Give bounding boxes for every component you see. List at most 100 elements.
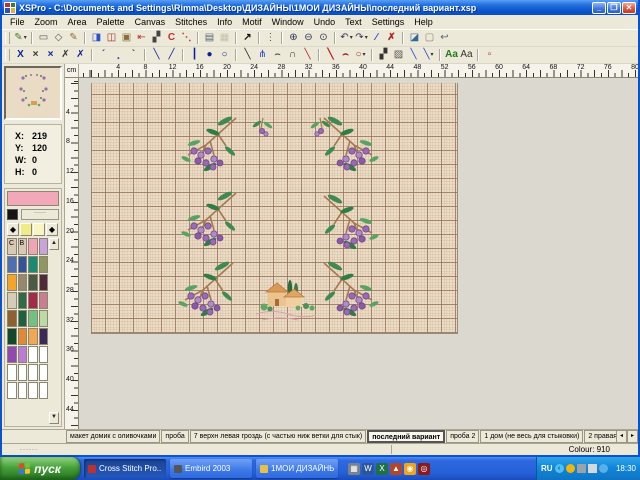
half-stitch-back-button[interactable]: × bbox=[28, 48, 43, 62]
palette-swatch[interactable] bbox=[39, 346, 49, 363]
palette-swatch[interactable] bbox=[28, 382, 38, 399]
palette-swatch[interactable] bbox=[39, 238, 49, 255]
palette-swatch[interactable]: C bbox=[7, 238, 17, 255]
toolbar-grip[interactable] bbox=[5, 49, 10, 61]
copy-button[interactable]: ◫ bbox=[104, 31, 119, 45]
pattern-preview[interactable] bbox=[4, 66, 62, 120]
edit-pen-button[interactable]: ∕ bbox=[369, 31, 384, 45]
palette-swatch[interactable] bbox=[18, 256, 28, 273]
dropdown-arrow-icon[interactable]: ▾ bbox=[350, 33, 353, 43]
minimize-button[interactable]: _ bbox=[592, 2, 606, 14]
tray-icon-1[interactable] bbox=[566, 464, 575, 473]
language-indicator[interactable]: RU bbox=[541, 464, 553, 473]
full-stitch-button[interactable]: X bbox=[13, 48, 28, 62]
palette-swatch[interactable] bbox=[39, 274, 49, 291]
rect-select-button[interactable]: ▭ bbox=[36, 31, 51, 45]
knot-diamond-icon[interactable]: ◆ bbox=[46, 223, 58, 236]
palette-swatch[interactable] bbox=[39, 256, 49, 273]
mirror-button[interactable]: ▞ bbox=[149, 31, 164, 45]
palette-swatch[interactable] bbox=[28, 292, 38, 309]
palette-swatch[interactable] bbox=[7, 328, 17, 345]
taskbar-app-icon-2[interactable]: W bbox=[362, 463, 374, 475]
titlebar[interactable]: XSPro - C:\Documents and Settings\Rimma\… bbox=[2, 0, 638, 15]
tray-icon-3[interactable] bbox=[588, 464, 597, 473]
half-back-slash-button[interactable]: ╲ bbox=[149, 48, 164, 62]
delete-button[interactable]: ✗ bbox=[384, 31, 399, 45]
menu-motif[interactable]: Motif bbox=[237, 17, 267, 27]
revert-button[interactable]: ↩ bbox=[437, 31, 452, 45]
menu-zoom[interactable]: Zoom bbox=[30, 17, 63, 27]
thread-style-button[interactable]: ······ bbox=[21, 209, 59, 220]
palette-swatch[interactable] bbox=[7, 382, 17, 399]
taskbar-app-icon-3[interactable]: X bbox=[376, 463, 388, 475]
palette-swatch[interactable] bbox=[28, 274, 38, 291]
text-tool-button[interactable]: Aa bbox=[444, 48, 459, 62]
palette-swatch[interactable] bbox=[28, 256, 38, 273]
pattern-tab[interactable]: 7 верхн левая гроздь (с частью ниж ветки… bbox=[190, 430, 366, 443]
knot-color-swatch[interactable] bbox=[20, 223, 32, 236]
palette-swatch[interactable] bbox=[28, 364, 38, 381]
palette-swatch[interactable] bbox=[7, 256, 17, 273]
quarter-stitch-bl-button[interactable]: ` bbox=[126, 48, 141, 62]
import-image-button[interactable]: ▦ bbox=[217, 31, 232, 45]
palette-swatch[interactable] bbox=[7, 364, 17, 381]
menu-text[interactable]: Text bbox=[340, 17, 367, 27]
measure-button[interactable]: ⋮ bbox=[263, 31, 278, 45]
pattern-tab[interactable]: проба bbox=[161, 430, 188, 443]
dropdown-arrow-icon[interactable]: ▾ bbox=[365, 33, 368, 43]
palette-swatch[interactable] bbox=[7, 274, 17, 291]
backstitch-branch-button[interactable]: ⋔ bbox=[255, 48, 270, 62]
menu-window[interactable]: Window bbox=[267, 17, 309, 27]
dropdown-arrow-icon[interactable]: ▾ bbox=[431, 50, 434, 60]
palette-swatch[interactable] bbox=[18, 292, 28, 309]
pointer-button[interactable]: ↗ bbox=[240, 31, 255, 45]
current-color-swatch[interactable] bbox=[7, 191, 59, 206]
undo-button[interactable]: ↶▾ bbox=[339, 31, 354, 45]
dropdown-arrow-icon[interactable]: ▾ bbox=[363, 50, 366, 60]
curve-stitch-2-button[interactable]: ∩ bbox=[285, 48, 300, 62]
paste-button[interactable]: ▣ bbox=[119, 31, 134, 45]
curve-stitch-button[interactable]: ⌢ bbox=[270, 48, 285, 62]
rotate-button[interactable]: C bbox=[164, 31, 179, 45]
pattern-select-button[interactable]: ▫ bbox=[482, 48, 497, 62]
selected-thread-swatch[interactable] bbox=[7, 209, 18, 220]
scale-button[interactable]: ⋱ bbox=[179, 31, 194, 45]
outline-stitch-button[interactable]: ╲ bbox=[323, 48, 338, 62]
zoom-out-button[interactable]: ⊖ bbox=[301, 31, 316, 45]
palette-swatch[interactable] bbox=[39, 292, 49, 309]
taskbar-app-icon-4[interactable]: ▲ bbox=[390, 463, 402, 475]
pen-stitch-2-button[interactable]: ╲▾ bbox=[421, 48, 436, 62]
motif-grid-button[interactable]: ▨ bbox=[391, 48, 406, 62]
copy-motif-button[interactable]: ◨ bbox=[89, 31, 104, 45]
polygon-select-button[interactable]: ◇ bbox=[51, 31, 66, 45]
three-quarter-stitch-button[interactable]: ✗ bbox=[58, 48, 73, 62]
menu-settings[interactable]: Settings bbox=[367, 17, 410, 27]
taskbar-task[interactable]: Cross Stitch Pro... bbox=[84, 459, 166, 478]
three-quarter-stitch-2-button[interactable]: ✗ bbox=[73, 48, 88, 62]
toolbar-grip[interactable] bbox=[5, 32, 10, 44]
menu-undo[interactable]: Undo bbox=[309, 17, 341, 27]
pattern-tab[interactable]: 1 дом (не весь для стыковки) bbox=[480, 430, 583, 443]
palette-swatch[interactable] bbox=[18, 274, 28, 291]
scroll-down-icon[interactable]: ▼ bbox=[49, 412, 59, 424]
menu-stitches[interactable]: Stitches bbox=[170, 17, 212, 27]
palette-swatch[interactable] bbox=[7, 310, 17, 327]
palette-swatch[interactable] bbox=[7, 292, 17, 309]
taskbar-app-icon-6[interactable]: ◎ bbox=[418, 463, 430, 475]
taskbar-app-icon-5[interactable]: ◉ bbox=[404, 463, 416, 475]
save-copy-button[interactable]: ◪ bbox=[407, 31, 422, 45]
tray-chevron-icon[interactable]: ‹ bbox=[555, 464, 564, 473]
close-button[interactable]: ✕ bbox=[622, 2, 636, 14]
export-image-button[interactable]: ▤ bbox=[202, 31, 217, 45]
restore-button[interactable]: ❐ bbox=[607, 2, 621, 14]
bead-button[interactable]: ○ bbox=[217, 48, 232, 62]
redo-button[interactable]: ↷▾ bbox=[354, 31, 369, 45]
palette-swatch[interactable] bbox=[18, 346, 28, 363]
palette-swatch[interactable] bbox=[28, 310, 38, 327]
knot-color-swatch[interactable] bbox=[33, 223, 45, 236]
tabs-scroll-left-icon[interactable]: ◂ bbox=[616, 430, 627, 443]
vertical-stitch-button[interactable]: ┃ bbox=[187, 48, 202, 62]
palette-swatch[interactable] bbox=[18, 310, 28, 327]
tray-icon-4[interactable] bbox=[599, 464, 608, 473]
half-forward-slash-button[interactable]: ╱ bbox=[164, 48, 179, 62]
